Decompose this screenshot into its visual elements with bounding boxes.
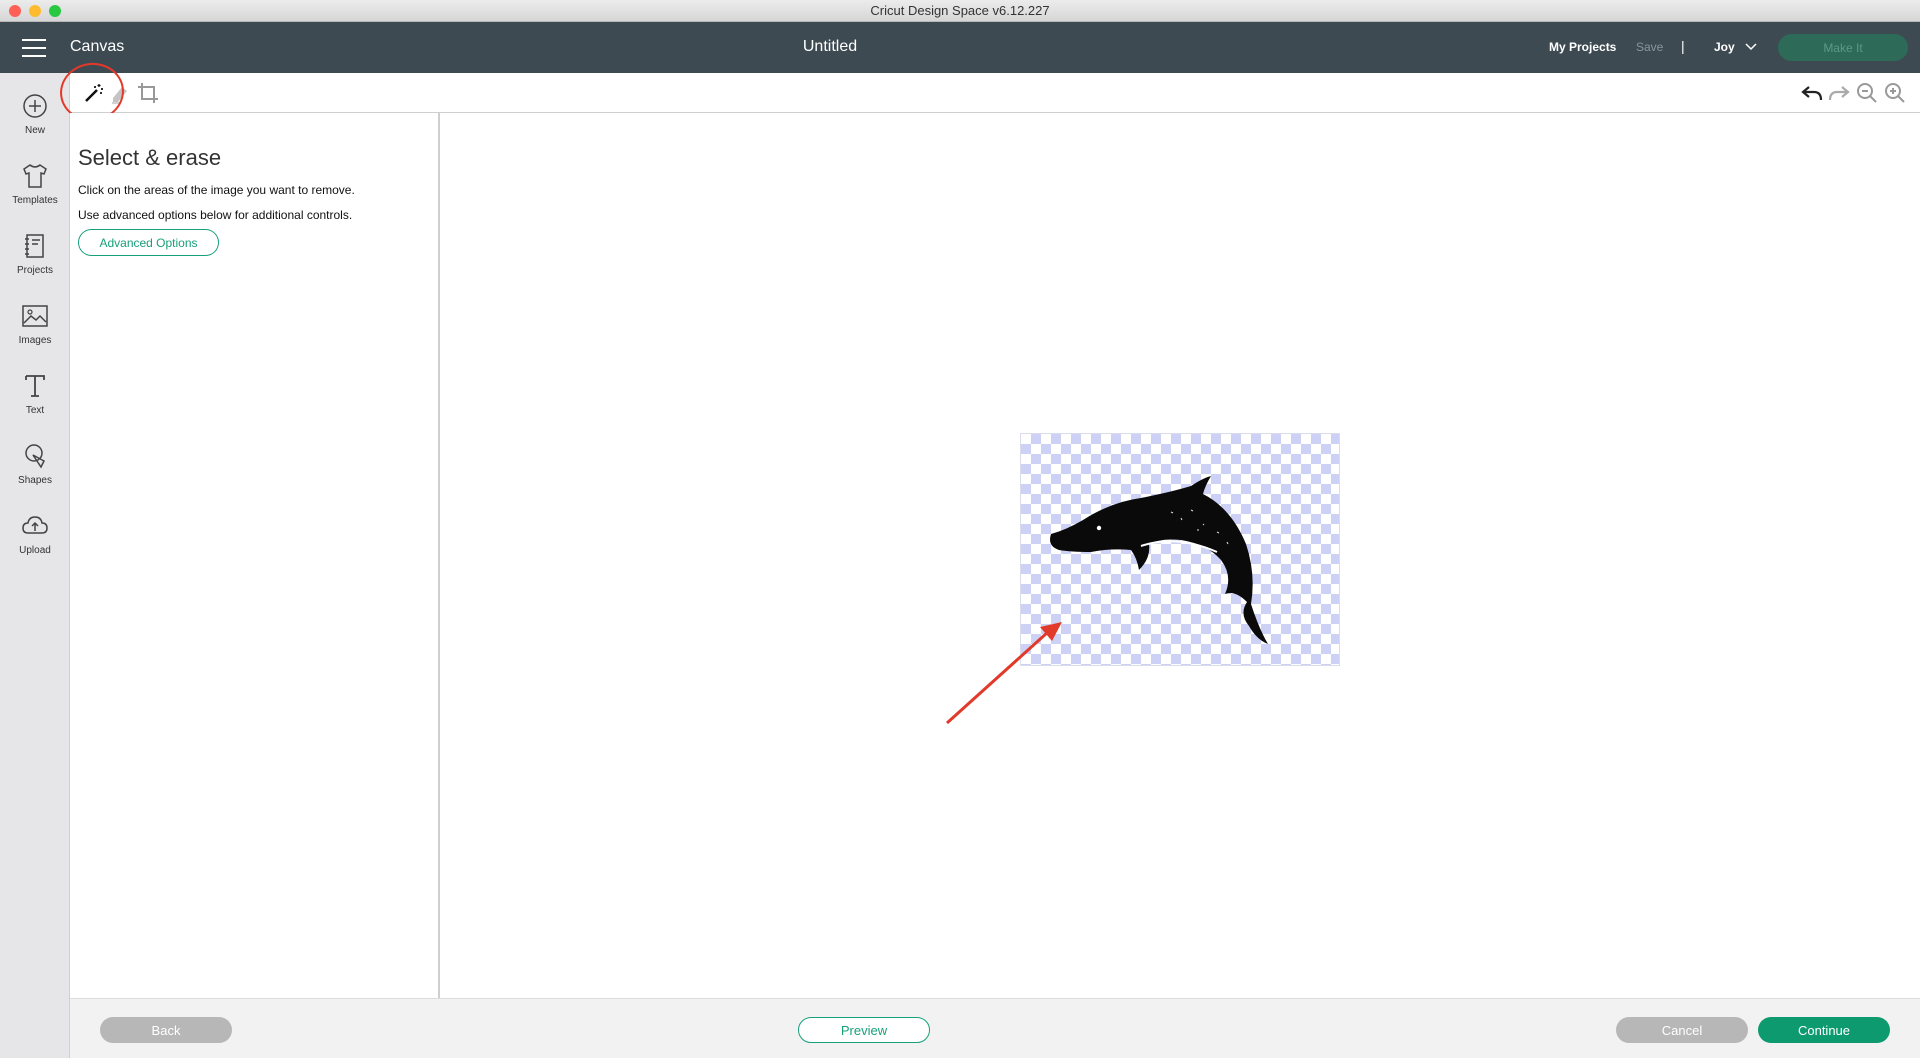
app-header: Canvas Untitled My Projects Save | Joy M… <box>0 22 1920 73</box>
panel-title: Select & erase <box>78 145 222 170</box>
canvas-area[interactable] <box>440 113 1920 998</box>
text-t-icon <box>25 375 45 397</box>
nav-label: New <box>24 125 45 136</box>
window-titlebar: Cricut Design Space v6.12.227 <box>0 0 1920 22</box>
nav-label: Upload <box>19 545 51 556</box>
nav-label: Templates <box>12 195 58 206</box>
back-button[interactable]: Back <box>100 1017 232 1043</box>
make-it-button[interactable]: Make It <box>1778 34 1908 61</box>
uploaded-image[interactable] <box>1020 433 1340 666</box>
nav-item-text[interactable]: Text <box>0 371 70 416</box>
left-navigation: New Templates Projects Images Text Shape… <box>0 73 70 1058</box>
panel-instruction: Click on the areas of the image you want… <box>78 183 355 197</box>
nav-item-shapes[interactable]: Shapes <box>0 441 70 486</box>
tool-bar <box>70 73 1920 113</box>
nav-label: Text <box>25 405 45 416</box>
user-name: Joy <box>1714 40 1735 54</box>
select-erase-panel: Select & erase Click on the areas of the… <box>70 113 440 998</box>
chevron-down-icon <box>1745 43 1757 51</box>
nav-label: Shapes <box>18 475 52 486</box>
save-link[interactable]: Save <box>1636 40 1663 54</box>
nav-label: Images <box>18 335 52 346</box>
nav-item-new[interactable]: New <box>0 91 70 136</box>
shapes-icon <box>25 444 45 469</box>
continue-button[interactable]: Continue <box>1758 1017 1890 1043</box>
header-separator: | <box>1681 38 1685 54</box>
nav-item-images[interactable]: Images <box>0 301 70 346</box>
nav-item-projects[interactable]: Projects <box>0 231 70 276</box>
notebook-icon <box>25 234 44 258</box>
nav-item-upload[interactable]: Upload <box>0 511 70 556</box>
plus-circle-icon <box>23 94 47 118</box>
zoom-out-icon[interactable] <box>1855 81 1879 105</box>
nav-item-templates[interactable]: Templates <box>0 161 70 206</box>
nav-label: Projects <box>16 265 54 276</box>
redo-icon[interactable] <box>1827 81 1851 105</box>
dolphin-image <box>1050 476 1268 644</box>
user-menu[interactable]: Joy <box>1714 40 1757 54</box>
minimize-window-button[interactable] <box>29 5 41 17</box>
footer-bar: Back Preview Cancel Continue <box>70 998 1920 1058</box>
traffic-lights <box>9 5 61 17</box>
panel-instruction-advanced: Use advanced options below for additiona… <box>78 208 353 222</box>
close-window-button[interactable] <box>9 5 21 17</box>
document-title: Untitled <box>802 38 858 55</box>
cancel-button[interactable]: Cancel <box>1616 1017 1748 1043</box>
zoom-window-button[interactable] <box>49 5 61 17</box>
my-projects-link[interactable]: My Projects <box>1549 40 1616 54</box>
picture-icon <box>22 305 48 327</box>
preview-button[interactable]: Preview <box>798 1017 930 1043</box>
crop-icon[interactable] <box>136 81 160 105</box>
undo-icon[interactable] <box>1800 81 1824 105</box>
window-title: Cricut Design Space v6.12.227 <box>870 3 1050 18</box>
cloud-upload-icon <box>22 516 48 534</box>
tshirt-icon <box>23 164 47 188</box>
zoom-in-icon[interactable] <box>1883 81 1907 105</box>
advanced-options-button[interactable]: Advanced Options <box>78 229 219 256</box>
